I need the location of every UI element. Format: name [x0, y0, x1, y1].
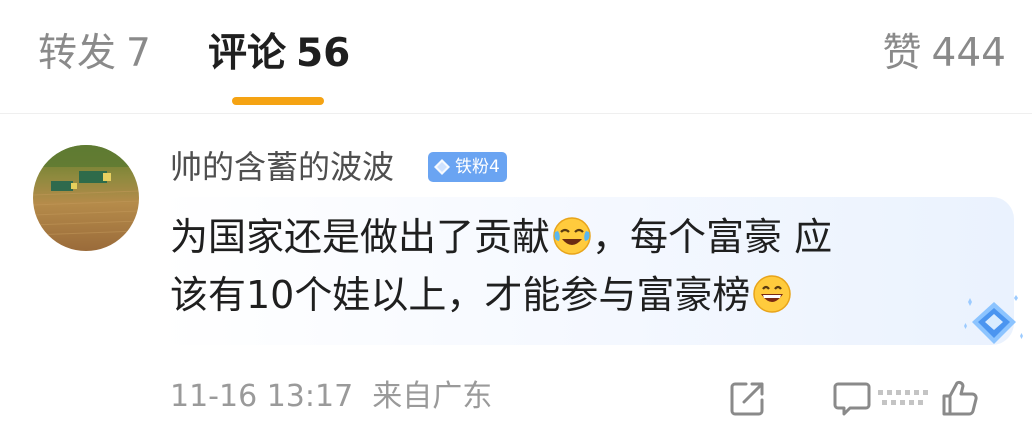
tab-like-label: 赞: [882, 31, 922, 76]
comment-text-line-1: 为国家还是做出了贡献 ，每个富豪 应: [170, 212, 832, 262]
tab-repost-label: 转发: [38, 31, 117, 76]
comment-text-line-2: 该有10个娃以上，才能参与富豪榜: [170, 270, 792, 320]
grinning-emoji-icon: [753, 275, 792, 313]
tab-comment-label: 评论: [208, 31, 287, 76]
tab-repost[interactable]: 转发 7: [38, 28, 151, 80]
tab-comment[interactable]: 评论 56: [208, 28, 350, 80]
tab-repost-count: 7: [126, 31, 151, 76]
comment-text-part-3: 该有10个娃以上，才能参与富豪榜: [170, 273, 751, 317]
diamond-icon: [434, 159, 450, 175]
like-icon[interactable]: [940, 378, 980, 418]
share-icon[interactable]: [728, 378, 768, 418]
diamond-badge-icon: [964, 295, 1023, 344]
comment-meta: 11-16 13:17 来自广东: [170, 377, 492, 417]
fan-badge[interactable]: 铁粉4: [428, 152, 507, 182]
username[interactable]: 帅的含蓄的波波: [170, 146, 394, 188]
laughing-tears-emoji-icon: [553, 217, 591, 255]
active-tab-indicator: [232, 97, 324, 105]
comment-icon[interactable]: [832, 378, 944, 418]
comment-text-part-2: ，每个富豪 应: [592, 215, 833, 259]
tab-divider: [0, 113, 1032, 114]
tab-like[interactable]: 赞 444: [883, 28, 1006, 80]
comment-timestamp: 11-16 13:17: [170, 379, 354, 414]
avatar[interactable]: [33, 145, 139, 251]
tab-like-count: 444: [931, 31, 1006, 76]
comment-text-part-1: 为国家还是做出了贡献: [170, 215, 551, 259]
tab-bar: 转发 7 评论 56 赞 444: [0, 0, 1032, 112]
fan-badge-label: 铁粉4: [455, 157, 500, 177]
tab-comment-count: 56: [296, 31, 351, 76]
comment-source: 来自广东: [372, 379, 493, 414]
